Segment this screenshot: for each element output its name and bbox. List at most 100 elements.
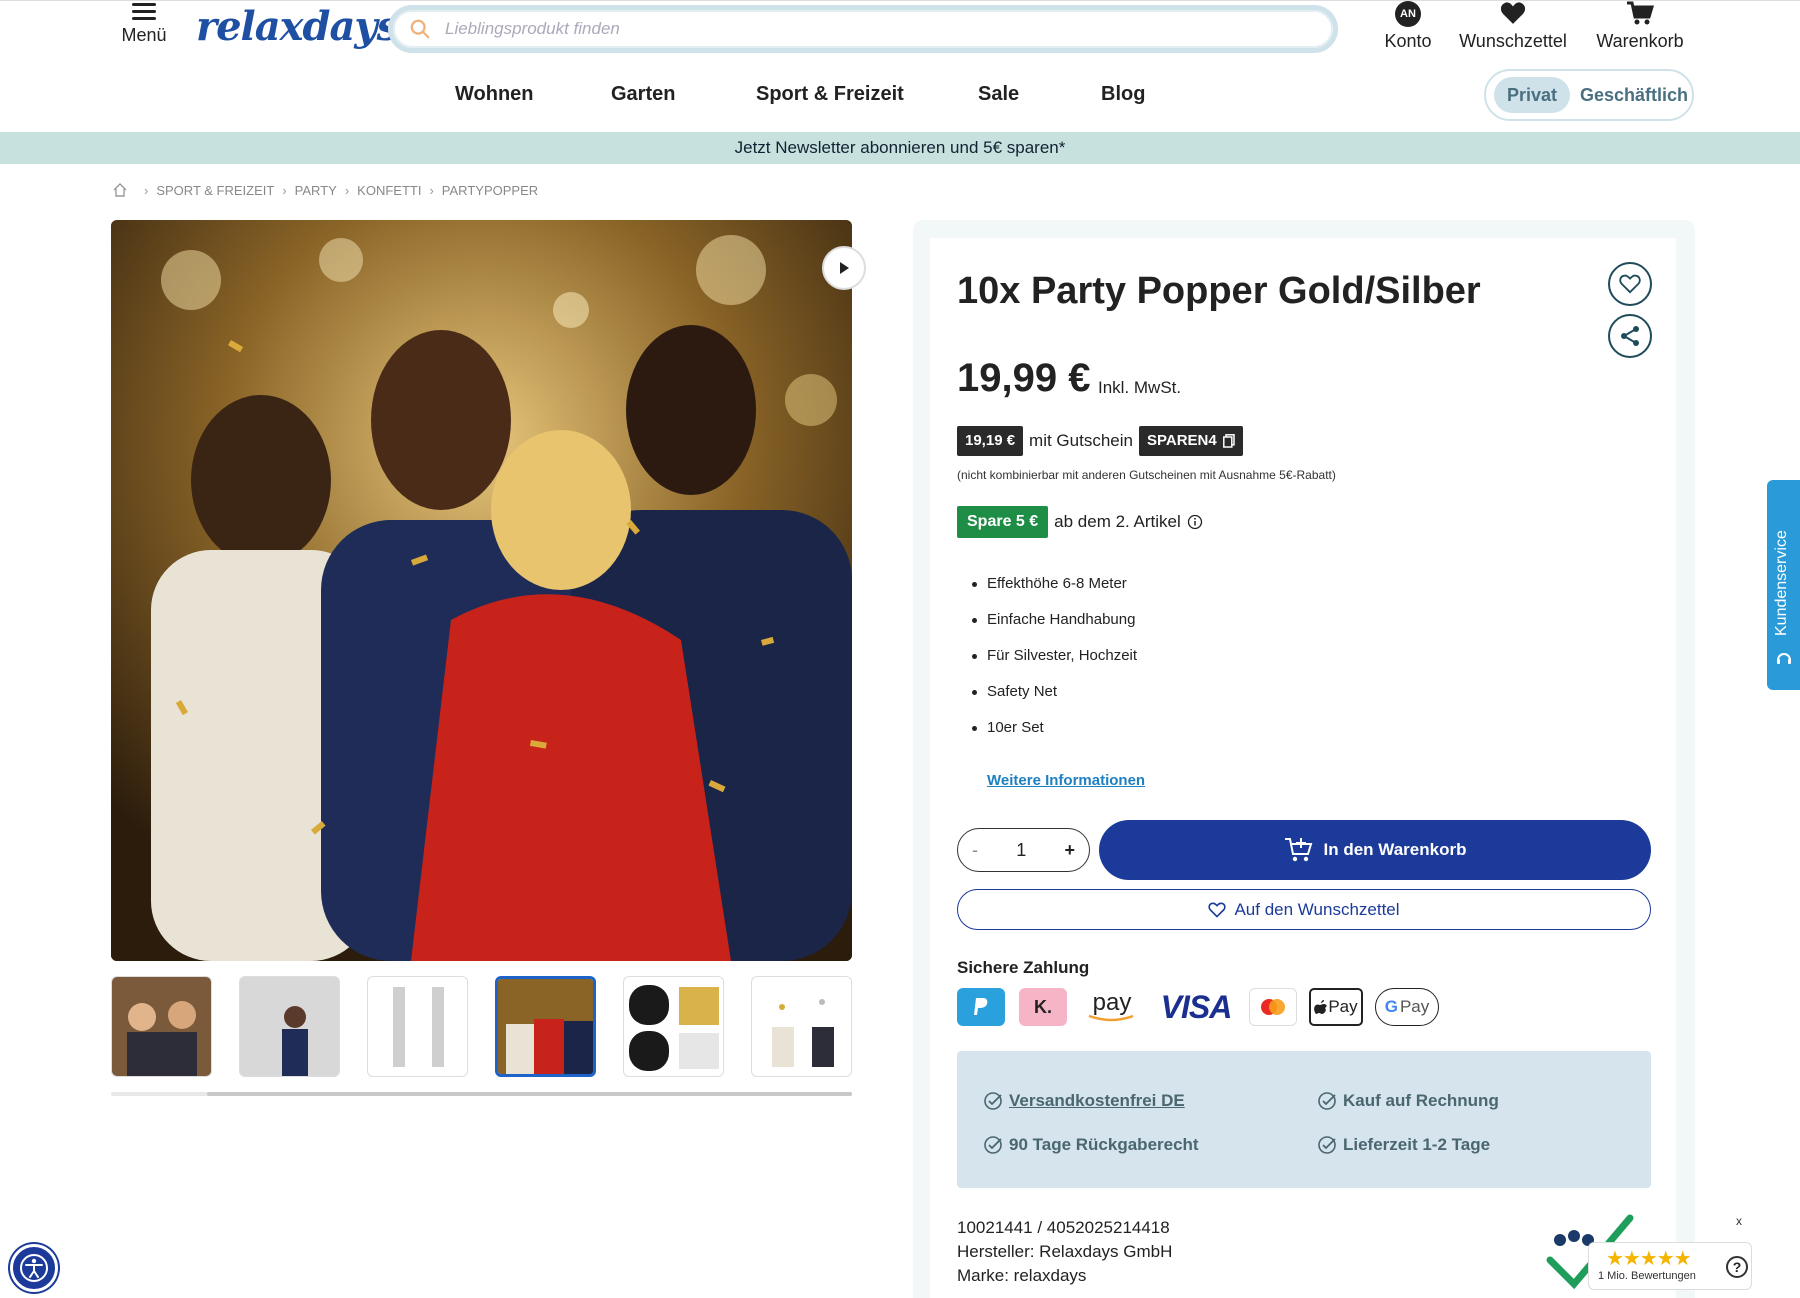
- quantity-decrease-button[interactable]: -: [972, 840, 978, 861]
- visa-icon: VISA: [1160, 988, 1233, 1025]
- more-info-link[interactable]: Weitere Informationen: [987, 772, 1145, 789]
- headset-icon: [1777, 653, 1791, 664]
- search-bar[interactable]: [388, 5, 1338, 53]
- party-photo: [111, 220, 852, 961]
- wishlist-label: Wunschzettel: [1459, 31, 1567, 51]
- site-header: Menü relaxdays AN Konto Wunschzettel: [0, 0, 1800, 132]
- menu-label: Menü: [121, 25, 167, 45]
- search-input[interactable]: [445, 16, 1305, 42]
- price-tax-note: Inkl. MwSt.: [1098, 378, 1182, 397]
- apple-pay-icon: Pay: [1309, 988, 1363, 1026]
- amazon-pay-icon: pay: [1081, 988, 1143, 1026]
- chevron-right-icon: ›: [144, 182, 149, 198]
- feature-item: Effekthöhe 6-8 Meter: [972, 572, 1137, 608]
- breadcrumb-item[interactable]: PARTY: [295, 183, 337, 198]
- quantity-stepper: - 1 +: [957, 828, 1090, 872]
- coupon-label: mit Gutschein: [1029, 431, 1133, 450]
- nav-item-sale[interactable]: Sale: [978, 83, 1019, 106]
- product-ids: 10021441 / 4052025214418: [957, 1218, 1170, 1237]
- account-label: Konto: [1384, 31, 1432, 51]
- help-icon[interactable]: ?: [1726, 1256, 1748, 1278]
- newsletter-banner[interactable]: Jetzt Newsletter abonnieren und 5€ spare…: [0, 132, 1800, 164]
- home-icon[interactable]: [112, 182, 128, 198]
- thumbnail[interactable]: [111, 976, 212, 1077]
- heart-icon: [1500, 2, 1526, 24]
- benefit-shipping[interactable]: Versandkostenfrei DE: [983, 1091, 1185, 1111]
- quantity-increase-button[interactable]: +: [1064, 840, 1075, 861]
- cart-icon: [1627, 1, 1654, 25]
- coupon-note: (nicht kombinierbar mit anderen Gutschei…: [957, 468, 1336, 482]
- add-to-cart-button[interactable]: In den Warenkorb: [1099, 820, 1651, 880]
- toggle-geschaeftlich[interactable]: Geschäftlich: [1580, 77, 1688, 113]
- secure-payment-title: Sichere Zahlung: [957, 958, 1090, 977]
- coupon-row: 19,19 € mit Gutschein SPAREN4: [957, 426, 1243, 456]
- benefit-invoice: Kauf auf Rechnung: [1317, 1091, 1499, 1111]
- coupon-code: SPAREN4: [1146, 432, 1217, 449]
- breadcrumb-item[interactable]: KONFETTI: [357, 183, 421, 198]
- breadcrumb-item[interactable]: SPORT & FREIZEIT: [156, 183, 274, 198]
- breadcrumb: › SPORT & FREIZEIT › PARTY › KONFETTI › …: [112, 182, 538, 198]
- heart-outline-icon: [1208, 901, 1227, 918]
- favorite-button[interactable]: [1608, 262, 1652, 306]
- benefit-invoice-label: Kauf auf Rechnung: [1343, 1091, 1499, 1110]
- spare-badge: Spare 5 €: [957, 506, 1049, 538]
- feature-item: Für Silvester, Hochzeit: [972, 644, 1137, 680]
- play-icon: [840, 262, 849, 274]
- trust-badge[interactable]: x ★★★★★ 1 Mio. Bewertungen ?: [1540, 1210, 1754, 1290]
- customer-service-tab[interactable]: Kundenservice: [1767, 480, 1800, 690]
- feature-item: Safety Net: [972, 680, 1137, 716]
- cart-button[interactable]: Warenkorb: [1592, 1, 1688, 52]
- amazon-pay-label: pay: [1092, 989, 1132, 1016]
- chevron-right-icon: ›: [344, 182, 350, 198]
- check-circle-icon: [1318, 1136, 1336, 1154]
- coupon-code-button[interactable]: SPAREN4: [1138, 426, 1243, 456]
- product-meta: 10021441 / 4052025214418 Hersteller: Rel…: [957, 1216, 1172, 1288]
- play-video-button[interactable]: [822, 246, 866, 290]
- toggle-privat[interactable]: Privat: [1494, 77, 1570, 113]
- product-manufacturer: Hersteller: Relaxdays GmbH: [957, 1242, 1173, 1261]
- apple-pay-label: Pay: [1328, 997, 1358, 1016]
- quantity-value[interactable]: 1: [1016, 840, 1026, 861]
- thumbnail[interactable]: [239, 976, 340, 1077]
- cart-label: Warenkorb: [1596, 31, 1684, 51]
- info-icon[interactable]: [1187, 514, 1203, 530]
- thumbnail-strip: [111, 976, 852, 1077]
- check-circle-icon: [984, 1136, 1002, 1154]
- product-price: 19,99 €: [957, 356, 1091, 400]
- product-brand: Marke: relaxdays: [957, 1266, 1087, 1285]
- menu-button[interactable]: Menü: [118, 1, 170, 46]
- feature-item: Einfache Handhabung: [972, 608, 1137, 644]
- nav-item-blog[interactable]: Blog: [1101, 83, 1145, 106]
- chevron-right-icon: ›: [282, 182, 287, 198]
- benefit-delivery-label: Lieferzeit 1-2 Tage: [1343, 1135, 1491, 1154]
- nav-item-garten[interactable]: Garten: [611, 83, 675, 106]
- thumbnail[interactable]: [495, 976, 596, 1077]
- hamburger-icon: [132, 3, 156, 21]
- share-button[interactable]: [1608, 314, 1652, 358]
- account-button[interactable]: AN Konto: [1378, 1, 1438, 52]
- product-main-image[interactable]: [111, 220, 852, 961]
- mastercard-icon: [1249, 988, 1297, 1026]
- check-circle-icon: [1318, 1092, 1336, 1110]
- google-pay-icon: G Pay: [1375, 988, 1439, 1026]
- nav-item-sport-freizeit[interactable]: Sport & Freizeit: [756, 83, 904, 106]
- trust-badge-close[interactable]: x: [1736, 1214, 1742, 1228]
- add-to-wishlist-button[interactable]: Auf den Wunschzettel: [957, 889, 1651, 930]
- logo[interactable]: relaxdays: [196, 3, 399, 50]
- check-circle-icon: [984, 1092, 1002, 1110]
- thumbnail-scrollbar-thumb[interactable]: [207, 1092, 852, 1096]
- search-icon: [410, 19, 430, 39]
- breadcrumb-item[interactable]: PARTYPOPPER: [442, 183, 538, 198]
- accessibility-icon: [20, 1254, 48, 1282]
- heart-outline-icon: [1619, 274, 1641, 294]
- benefit-delivery: Lieferzeit 1-2 Tage: [1317, 1135, 1490, 1155]
- thumbnail[interactable]: [367, 976, 468, 1077]
- accessibility-button[interactable]: [10, 1244, 58, 1292]
- thumbnail[interactable]: [751, 976, 852, 1077]
- thumbnail[interactable]: [623, 976, 724, 1077]
- share-icon: [1621, 326, 1639, 346]
- nav-item-wohnen[interactable]: Wohnen: [455, 83, 534, 106]
- wishlist-button[interactable]: Wunschzettel: [1456, 1, 1570, 52]
- benefits-box: Versandkostenfrei DE Kauf auf Rechnung 9…: [957, 1051, 1651, 1188]
- rating-count: 1 Mio. Bewertungen: [1598, 1270, 1696, 1282]
